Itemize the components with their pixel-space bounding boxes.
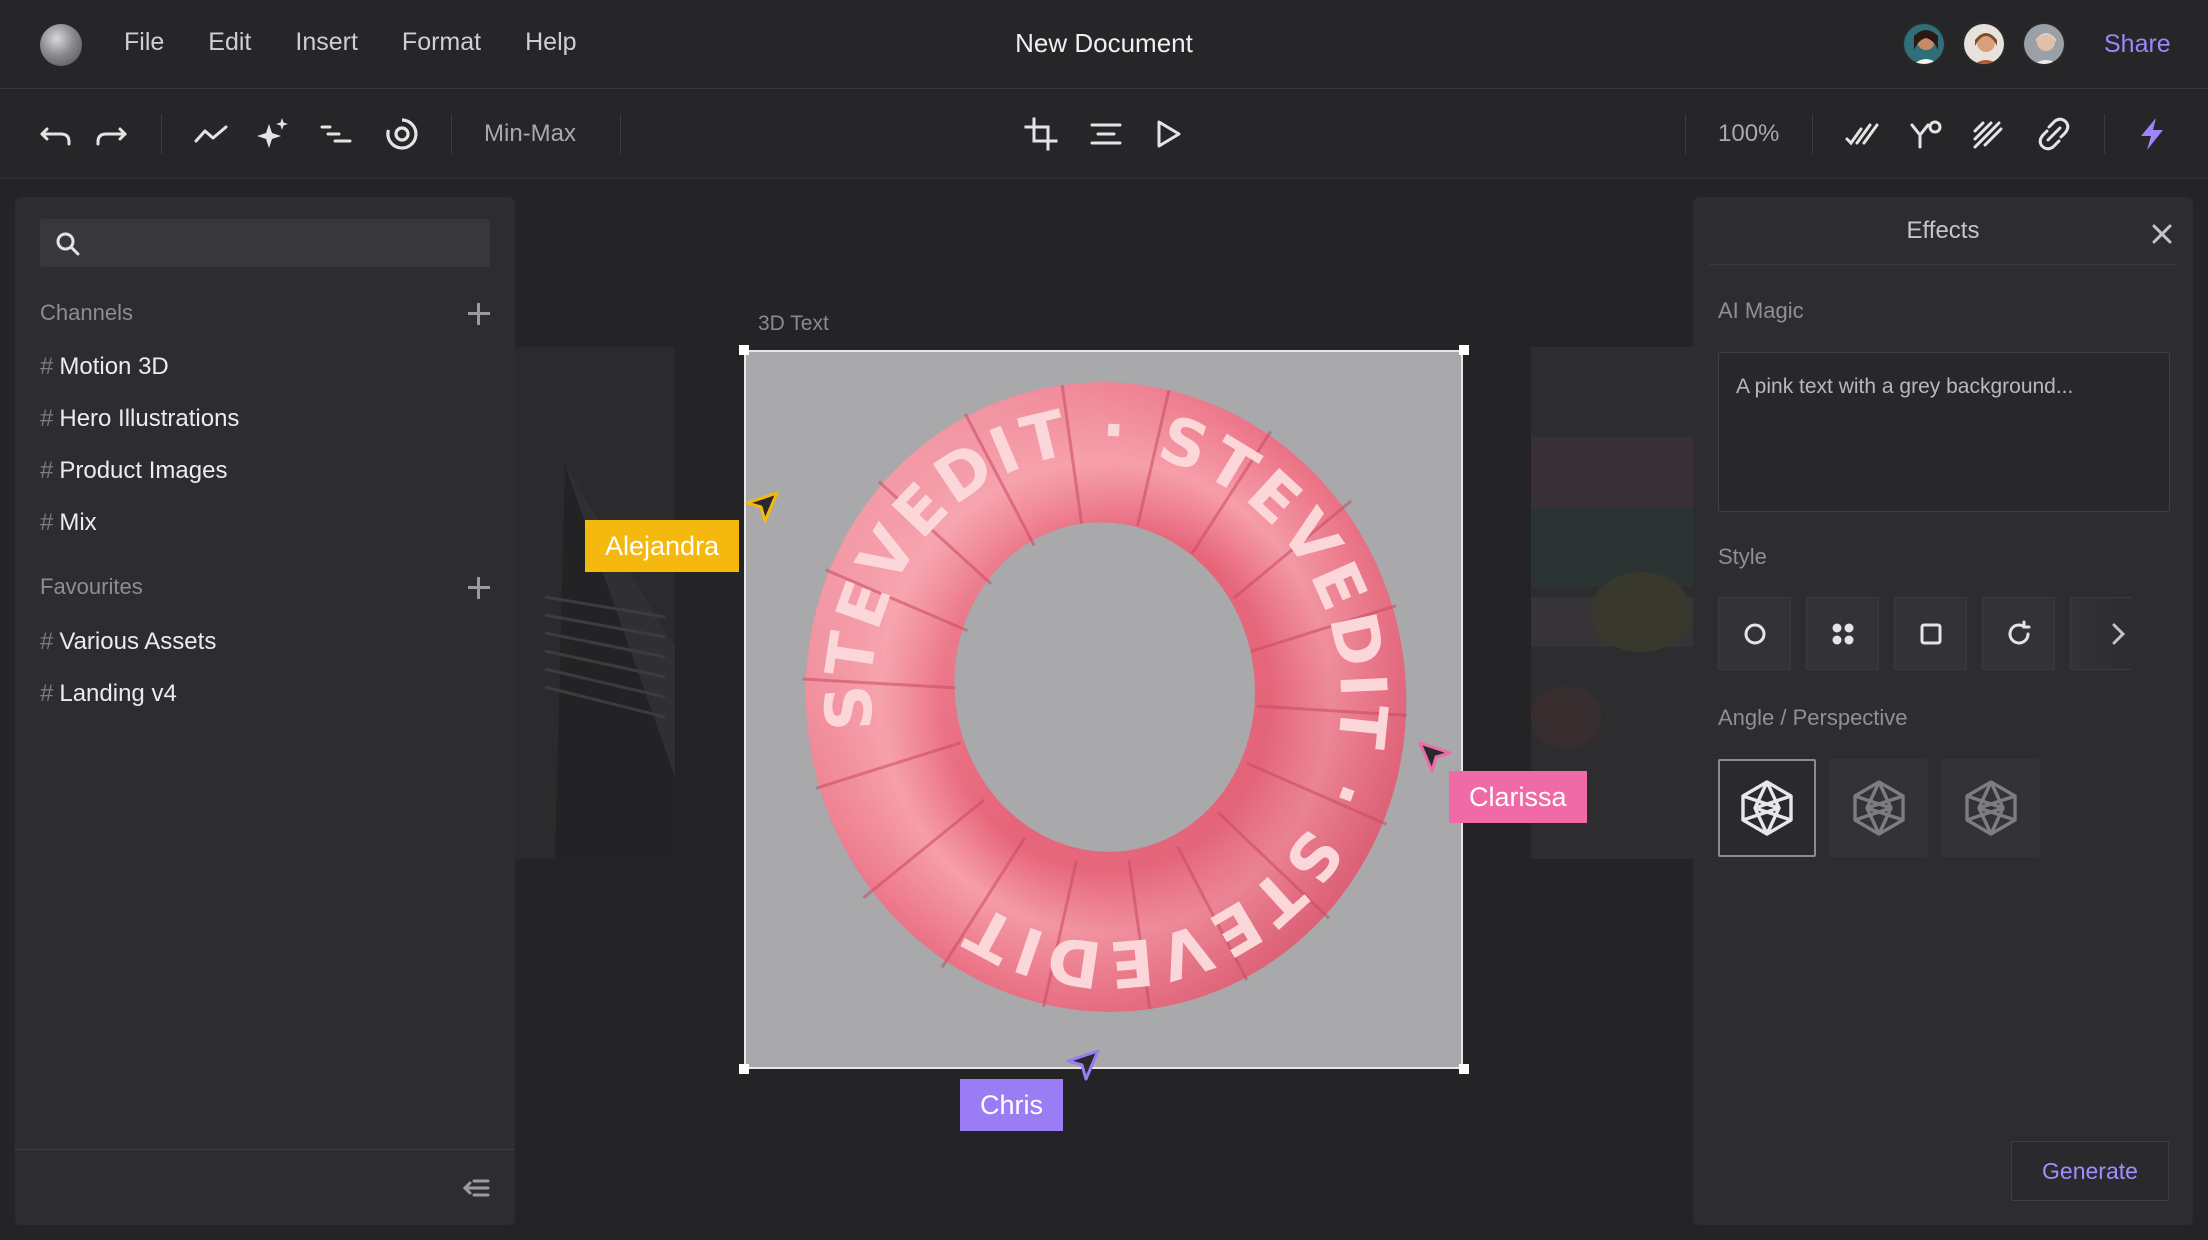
search-input[interactable]	[40, 219, 490, 267]
left-sidebar: Channels # Motion 3D # Hero Illustrations …	[15, 197, 515, 1225]
share-button[interactable]: Share	[2104, 30, 2171, 59]
style-option-square[interactable]	[1894, 597, 1967, 670]
channels-heading: Channels	[40, 300, 133, 325]
indent-list-icon[interactable]	[312, 110, 360, 158]
sidebar-item-motion-3d[interactable]: # Motion 3D	[40, 353, 169, 381]
adjacent-artboard-left[interactable]	[515, 347, 675, 859]
diagonal-lines-icon[interactable]	[1964, 110, 2012, 158]
search-icon	[56, 232, 80, 256]
sidebar-item-hero-illustrations[interactable]: # Hero Illustrations	[40, 405, 239, 433]
dots-grid-icon	[1832, 623, 1853, 644]
mode-label[interactable]: Min-Max	[484, 120, 576, 148]
cursor-arrow-icon	[1066, 1049, 1100, 1081]
cursor-label-chris: Chris	[960, 1079, 1064, 1131]
sparkle-icon[interactable]	[249, 110, 297, 158]
avatar[interactable]	[2022, 22, 2066, 66]
align-center-icon[interactable]	[1082, 110, 1130, 158]
avatar[interactable]	[1902, 22, 1946, 66]
double-check-icon[interactable]	[1838, 110, 1886, 158]
play-icon[interactable]	[1144, 110, 1192, 158]
artboard-3d-text[interactable]: STEVEDIT · STEVEDIT · STEVEDIT	[744, 350, 1463, 1069]
menu-insert[interactable]: Insert	[295, 28, 358, 57]
style-option-circle[interactable]	[1718, 597, 1791, 670]
undo-icon[interactable]	[32, 110, 80, 158]
resize-handle-bottom-right[interactable]	[1459, 1064, 1469, 1074]
main-menu: File Edit Insert Format Help	[124, 28, 577, 57]
menu-file[interactable]: File	[124, 28, 164, 57]
add-channel-button[interactable]	[465, 300, 493, 328]
panel-divider	[1709, 264, 2177, 265]
panel-title: Effects	[1906, 217, 1980, 244]
sidebar-item-various-assets[interactable]: # Various Assets	[40, 628, 216, 656]
lightning-icon[interactable]	[2128, 110, 2176, 158]
line-chart-icon[interactable]	[187, 110, 235, 158]
collapse-sidebar-icon[interactable]	[461, 1173, 491, 1203]
cube-perspective-icon	[1965, 780, 2017, 836]
crop-icon[interactable]	[1017, 110, 1065, 158]
menu-help[interactable]: Help	[525, 28, 576, 57]
circle-icon	[1744, 623, 1765, 644]
target-icon[interactable]	[378, 110, 426, 158]
toolbar: Min-Max 100%	[0, 90, 2208, 179]
square-icon	[1920, 623, 1941, 644]
sidebar-item-landing-v4[interactable]: # Landing v4	[40, 680, 177, 708]
menu-bar: File Edit Insert Format Help New Documen…	[0, 0, 2208, 89]
cube-perspective-icon	[1741, 780, 1793, 836]
zoom-level[interactable]: 100%	[1718, 120, 1779, 148]
resize-handle-top-right[interactable]	[1459, 345, 1469, 355]
refresh-icon	[2008, 620, 2030, 644]
generate-button[interactable]: Generate	[2011, 1141, 2169, 1201]
resize-handle-bottom-left[interactable]	[739, 1064, 749, 1074]
redo-icon[interactable]	[87, 110, 135, 158]
cube-perspective-icon	[1853, 780, 1905, 836]
style-option-rotate[interactable]	[1982, 597, 2055, 670]
style-label: Style	[1718, 544, 1767, 569]
angle-option-3[interactable]	[1942, 759, 2040, 857]
ai-magic-label: AI Magic	[1718, 298, 1804, 323]
add-favourite-button[interactable]	[465, 574, 493, 602]
angle-option-1[interactable]	[1718, 759, 1816, 857]
canvas[interactable]: 3D Text STEVEDIT · STEVEDIT · STEVEDIT A…	[515, 179, 1693, 1240]
app-window: File Edit Insert Format Help New Documen…	[0, 0, 2208, 1240]
sidebar-divider	[15, 1149, 515, 1150]
artboard-label: 3D Text	[758, 312, 829, 335]
app-logo[interactable]	[40, 24, 82, 66]
sidebar-item-mix[interactable]: # Mix	[40, 509, 97, 537]
avatar[interactable]	[1962, 22, 2006, 66]
cursor-label-alejandra: Alejandra	[585, 520, 740, 572]
effects-panel: Effects AI Magic A pink text with a grey…	[1693, 197, 2193, 1225]
ai-prompt-textarea[interactable]: A pink text with a grey background...	[1718, 352, 2170, 512]
angle-option-2[interactable]	[1830, 759, 1928, 857]
pink-3d-text-ring-artwork: STEVEDIT · STEVEDIT · STEVEDIT	[746, 352, 1461, 1067]
unlink-icon[interactable]	[2030, 110, 2078, 158]
resize-handle-top-left[interactable]	[739, 345, 749, 355]
branch-icon[interactable]	[1902, 110, 1950, 158]
menu-edit[interactable]: Edit	[208, 28, 251, 57]
favourites-heading: Favourites	[40, 574, 143, 599]
style-option-dots[interactable]	[1806, 597, 1879, 670]
cursor-arrow-icon	[745, 491, 779, 523]
document-title[interactable]: New Document	[1015, 28, 1193, 58]
chevron-right-icon[interactable]	[2103, 619, 2133, 649]
collaborator-avatars	[1902, 22, 2066, 66]
angle-perspective-label: Angle / Perspective	[1718, 705, 1908, 730]
close-icon[interactable]	[2147, 219, 2177, 249]
sidebar-item-product-images[interactable]: # Product Images	[40, 457, 227, 485]
cursor-label-clarissa: Clarissa	[1449, 771, 1587, 823]
menu-format[interactable]: Format	[402, 28, 481, 57]
